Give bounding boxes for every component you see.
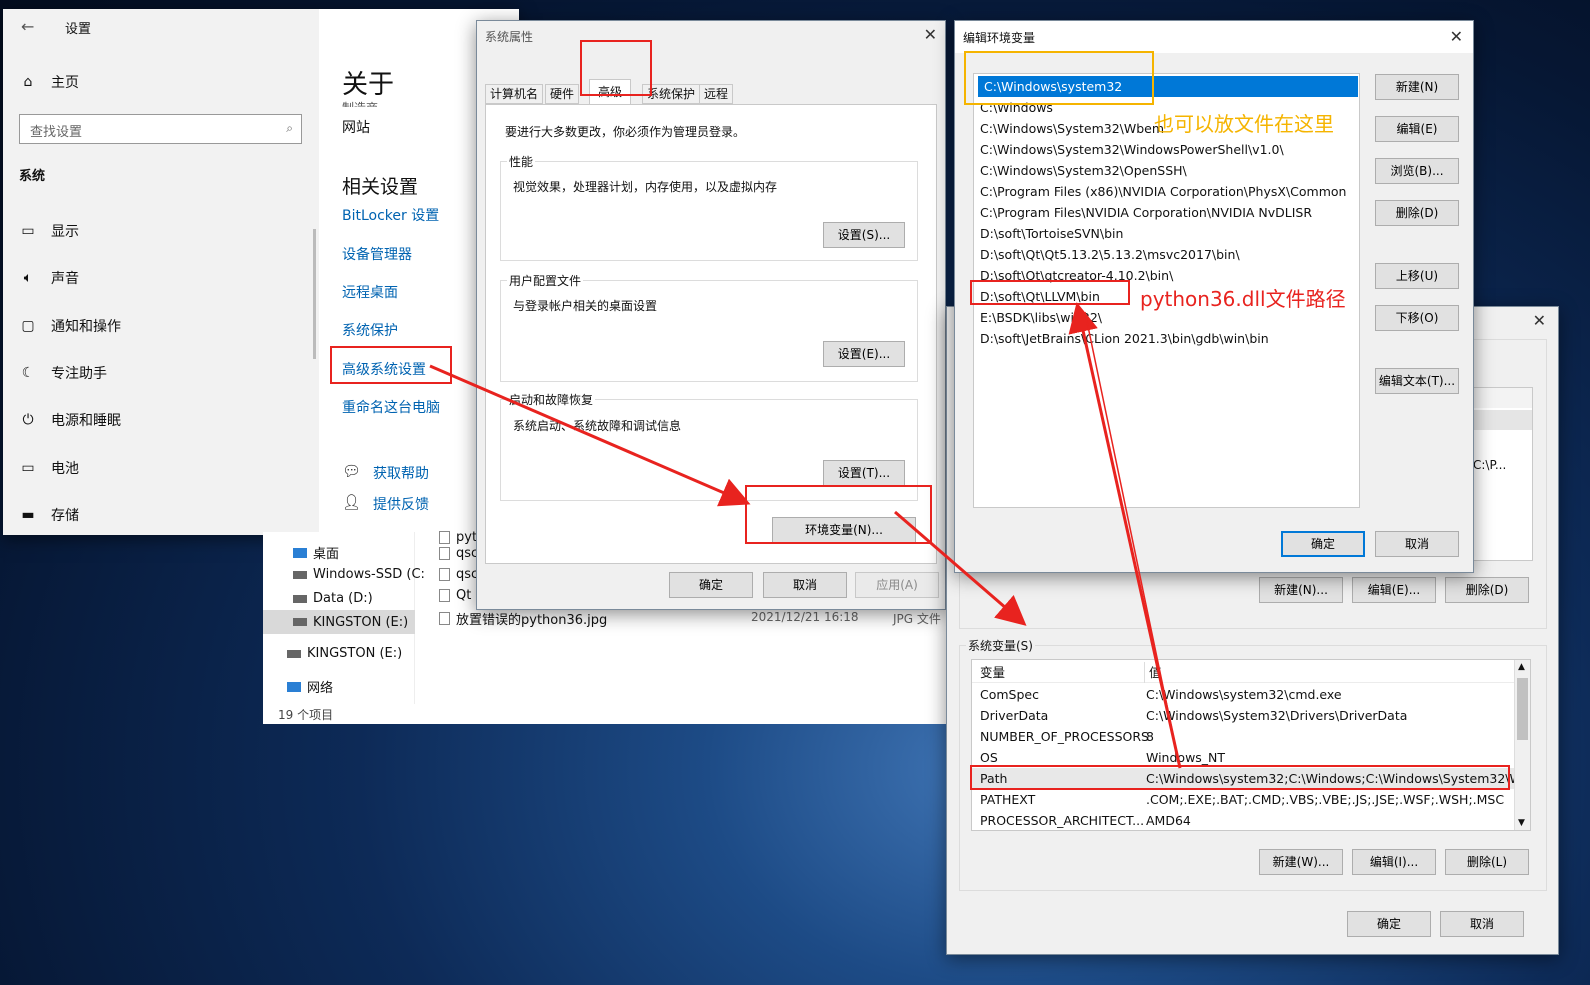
arrow-path-to-llvm — [1068, 302, 1182, 769]
annotation-arrows — [429, 302, 1182, 769]
arrow-to-env-button — [429, 364, 751, 507]
arrow-shadow-line — [1084, 311, 1181, 769]
arrow-to-system-vars — [894, 510, 1027, 626]
